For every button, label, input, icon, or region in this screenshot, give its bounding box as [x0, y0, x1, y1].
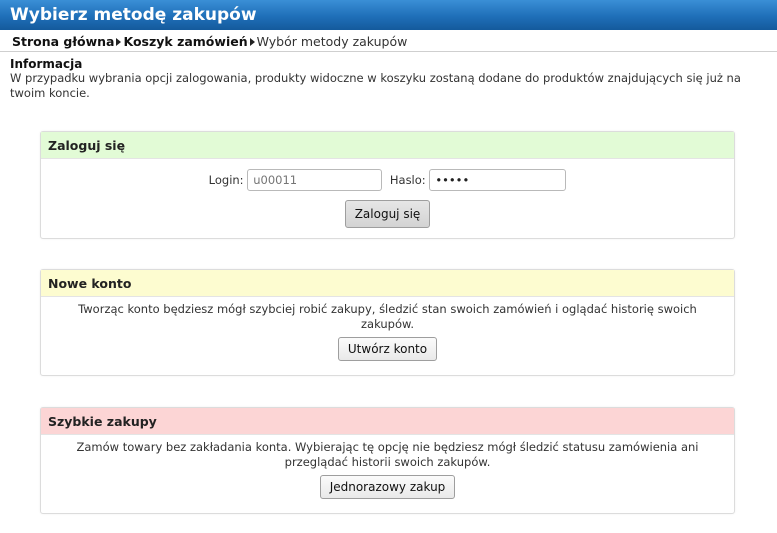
page: Wybierz metodę zakupów Strona główna Kosz… — [0, 0, 777, 533]
login-label: Login: — [208, 172, 244, 187]
login-button[interactable]: Zaloguj się — [344, 200, 431, 228]
breadcrumb: Strona główna Koszyk zamówień Wybór metody… — [0, 32, 777, 52]
quick-purchase-box-body: Zamów towary bez zakładania konta. Wybie… — [41, 435, 734, 499]
quick-purchase-box-title: Szybkie zakupy — [41, 408, 734, 435]
login-box: Zaloguj się Login: Haslo: Zaloguj się — [40, 131, 735, 239]
password-label: Haslo: — [389, 172, 426, 187]
new-account-box: Nowe konto Tworząc konto będziesz mógł s… — [40, 269, 735, 376]
breadcrumb-link-home[interactable]: Strona główna — [12, 34, 114, 49]
quick-purchase-button-row: Jednorazowy zakup — [41, 475, 734, 499]
login-box-body: Login: Haslo: Zaloguj się — [41, 168, 734, 228]
login-input[interactable] — [247, 168, 383, 191]
new-account-box-body: Tworząc konto będziesz mógł szybciej rob… — [41, 297, 734, 361]
create-account-button[interactable]: Utwórz konto — [337, 337, 438, 361]
info-heading: Informacja — [10, 57, 83, 71]
new-account-description: Tworząc konto będziesz mógł szybciej rob… — [78, 302, 697, 331]
breadcrumb-current: Wybór metody zakupów — [256, 34, 408, 49]
login-button-row: Zaloguj się — [41, 200, 734, 228]
breadcrumb-arrow-icon — [249, 38, 255, 46]
new-account-box-title: Nowe konto — [41, 270, 734, 297]
login-row: Login: Haslo: — [41, 168, 734, 191]
quick-purchase-box: Szybkie zakupy Zamów towary bez zakładan… — [40, 407, 735, 514]
password-input[interactable] — [429, 168, 567, 191]
breadcrumb-arrow-icon — [116, 38, 122, 46]
info-text: W przypadku wybrania opcji zalogowania, … — [10, 71, 741, 100]
breadcrumb-link-cart[interactable]: Koszyk zamówień — [123, 34, 247, 49]
login-box-title: Zaloguj się — [41, 132, 734, 159]
quick-purchase-description: Zamów towary bez zakładania konta. Wybie… — [76, 440, 699, 469]
one-time-purchase-button[interactable]: Jednorazowy zakup — [319, 475, 456, 499]
new-account-button-row: Utwórz konto — [41, 337, 734, 361]
page-title: Wybierz metodę zakupów — [0, 0, 777, 30]
